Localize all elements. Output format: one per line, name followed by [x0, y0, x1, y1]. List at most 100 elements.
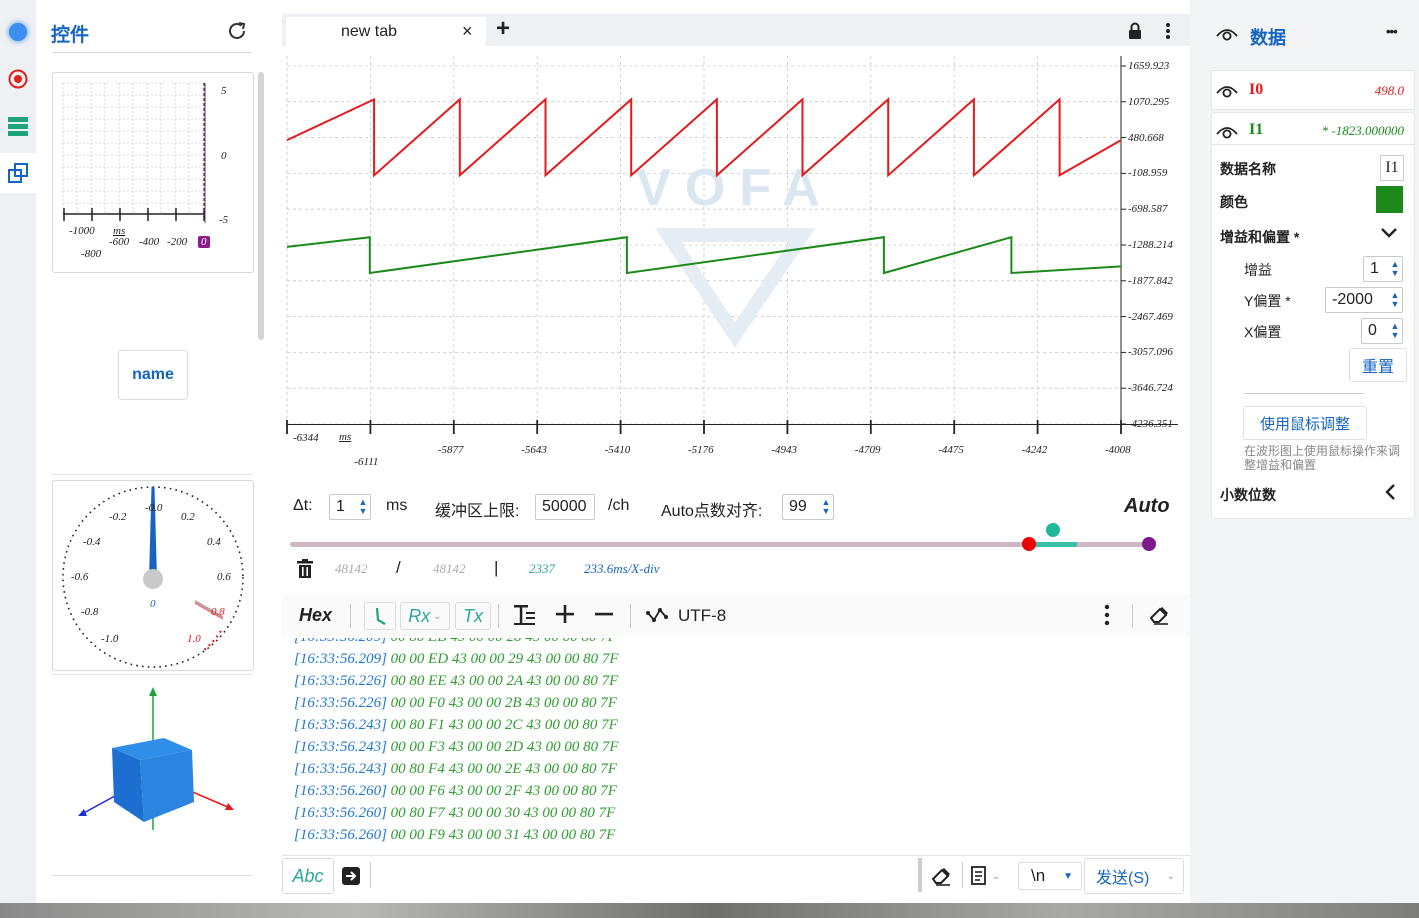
- channel-name: I1: [1249, 121, 1264, 138]
- range-slider-start-handle[interactable]: [1022, 537, 1036, 551]
- gain-label: 增益: [1244, 262, 1272, 278]
- send-history-dropdown[interactable]: ⌄: [970, 864, 1010, 888]
- spin-arrows-icon[interactable]: ▲ ▼: [1388, 322, 1402, 340]
- y-tick-label: -1288.214: [1128, 239, 1173, 251]
- dt-spinbox[interactable]: 1 ▲ ▼: [329, 494, 371, 520]
- x-offset-spinbox[interactable]: 0 ▲ ▼: [1361, 318, 1403, 344]
- time-per-div: 233.6ms/X-div: [584, 561, 660, 576]
- eraser-icon[interactable]: [1148, 604, 1170, 631]
- log-timestamp: [16:33:56.243]: [294, 761, 387, 777]
- y-tick-label: 480.668: [1128, 131, 1164, 144]
- y-tick-label: -108.959: [1128, 167, 1168, 180]
- visibility-eye-icon[interactable]: [1216, 25, 1238, 48]
- chevron-down-icon: ⌄: [433, 610, 442, 622]
- spin-arrows-icon[interactable]: ▲ ▼: [356, 498, 370, 516]
- x-unit-label: ms: [339, 431, 352, 443]
- range-slider-center-handle[interactable]: [1046, 523, 1060, 537]
- newline-select[interactable]: \n ▼: [1018, 862, 1082, 890]
- spin-arrows-icon[interactable]: ▲ ▼: [819, 498, 833, 516]
- zoom-out-icon[interactable]: [594, 604, 614, 629]
- auto-button[interactable]: Auto: [1124, 495, 1170, 518]
- y-tick-label: -1877.842: [1128, 274, 1173, 287]
- text-format-icon[interactable]: [513, 604, 537, 631]
- console-more-icon[interactable]: [1104, 604, 1110, 631]
- encoding-label[interactable]: UTF-8: [678, 606, 726, 626]
- decimals-label: 小数位数: [1220, 487, 1276, 503]
- tx-toggle[interactable]: Tx: [455, 602, 491, 630]
- range-slider-end-handle[interactable]: [1142, 537, 1156, 551]
- y-tick-label: -3646.724: [1128, 382, 1173, 395]
- hex-toggle[interactable]: Hex: [299, 605, 332, 626]
- log-hex: 00 00 F9 43 00 00 31 43 00 00 80 7F: [386, 827, 616, 843]
- buffer-input[interactable]: 50000: [535, 494, 595, 520]
- log-timestamp: [16:33:56.260]: [294, 783, 387, 799]
- x-tick-label: -5643: [521, 444, 547, 456]
- clear-send-icon[interactable]: [930, 865, 952, 892]
- log-hex: 00 80 F1 43 00 00 2C 43 00 00 80 7F: [386, 717, 618, 733]
- range-slider-track[interactable]: [290, 542, 1150, 547]
- dropdown-arrow-icon: ▼: [1063, 870, 1073, 882]
- y-tick-label: 1070.295: [1128, 95, 1170, 108]
- log-line: [16:33:56.260] 00 80 F7 43 00 00 30 43 0…: [294, 805, 615, 822]
- chevron-down-icon: ⌄: [1166, 870, 1175, 882]
- data-panel-title: 数据: [1250, 28, 1286, 48]
- spin-arrows-icon[interactable]: ▲ ▼: [1388, 291, 1402, 309]
- points-count: 48142: [335, 561, 368, 576]
- reset-button[interactable]: 重置: [1349, 348, 1407, 382]
- channel-value: 498.0: [1374, 83, 1404, 98]
- mouse-adjust-button[interactable]: 使用鼠标调整: [1243, 406, 1367, 440]
- data-panel-more-icon[interactable]: •••: [1386, 24, 1398, 39]
- zoom-in-icon[interactable]: [555, 604, 575, 629]
- channel-name: I0: [1249, 81, 1264, 98]
- chevron-left-icon[interactable]: [1384, 483, 1396, 506]
- gain-value: 1: [1370, 260, 1379, 277]
- log-hex: 00 00 F6 43 00 00 2F 43 00 00 80 7F: [386, 783, 617, 799]
- y-offset-spinbox[interactable]: -2000 ▲ ▼: [1325, 287, 1403, 313]
- log-line: [16:33:56.226] 00 00 F0 43 00 00 2B 43 0…: [294, 695, 617, 712]
- dt-unit: ms: [386, 497, 408, 514]
- dt-value: 1: [336, 498, 345, 515]
- log-hex: 00 00 ED 43 00 00 29 43 00 00 80 7F: [386, 651, 619, 667]
- rx-toggle[interactable]: Rx ⌄: [400, 602, 450, 630]
- y-offset-value: -2000: [1332, 291, 1373, 308]
- y-tick-label: -4236.351: [1128, 418, 1173, 430]
- chevron-down-icon[interactable]: [1380, 226, 1398, 244]
- visibility-eye-icon[interactable]: [1216, 123, 1238, 146]
- gain-spinbox[interactable]: 1 ▲ ▼: [1363, 256, 1403, 282]
- x-tick-label: -5877: [437, 444, 464, 456]
- visible-points: 2337: [529, 561, 555, 576]
- mouse-adjust-hint: 在波形图上使用鼠标操作来调整增益和偏置: [1244, 444, 1401, 472]
- encoding-icon[interactable]: [646, 605, 668, 630]
- log-line: [16:33:56.243] 00 80 F4 43 00 00 2E 43 0…: [294, 761, 617, 778]
- log-hex: 00 80 F7 43 00 00 30 43 00 00 80 7F: [386, 805, 616, 821]
- range-slider-window[interactable]: [1030, 542, 1077, 547]
- log-hex: 00 00 F3 43 00 00 2D 43 00 00 80 7F: [386, 739, 619, 755]
- log-timestamp: [16:33:56.260]: [294, 805, 387, 821]
- buffer-label: 缓冲区上限:: [435, 503, 520, 520]
- chevron-down-icon: ⌄: [992, 870, 1001, 882]
- timestamp-toggle-icon[interactable]: [364, 602, 396, 630]
- log-line: [16:33:56.260] 00 00 F9 43 00 00 31 43 0…: [294, 827, 615, 844]
- x-tick-label: -6111: [354, 456, 379, 468]
- send-button[interactable]: 发送(S) ⌄: [1084, 858, 1184, 894]
- stats-separator: /: [396, 558, 401, 577]
- send-input[interactable]: [290, 862, 910, 890]
- channel-value: * -1823.000000: [1321, 123, 1404, 138]
- y-offset-label: Y偏置 *: [1244, 293, 1291, 309]
- log-line: [16:33:56.243] 00 00 F3 43 00 00 2D 43 0…: [294, 739, 619, 756]
- channel-name-input[interactable]: I1: [1380, 155, 1404, 181]
- trash-icon[interactable]: [296, 559, 314, 584]
- x-tick-label: -5410: [604, 444, 631, 456]
- channel-item-I0[interactable]: I0 498.0: [1211, 70, 1415, 110]
- x-tick-label: -4943: [771, 444, 798, 456]
- rx-label: Rx: [408, 605, 431, 626]
- log-line: [16:33:56.243] 00 80 F1 43 00 00 2C 43 0…: [294, 717, 618, 734]
- auto-align-spinbox[interactable]: 99 ▲ ▼: [782, 494, 834, 520]
- stats-separator: |: [494, 558, 499, 577]
- visibility-eye-icon[interactable]: [1216, 82, 1238, 105]
- spin-arrows-icon[interactable]: ▲ ▼: [1388, 260, 1402, 278]
- dt-label: Δt:: [293, 497, 313, 514]
- x-tick-label: -4242: [1021, 444, 1048, 456]
- newline-value: \n: [1031, 866, 1046, 885]
- color-swatch[interactable]: [1376, 186, 1403, 213]
